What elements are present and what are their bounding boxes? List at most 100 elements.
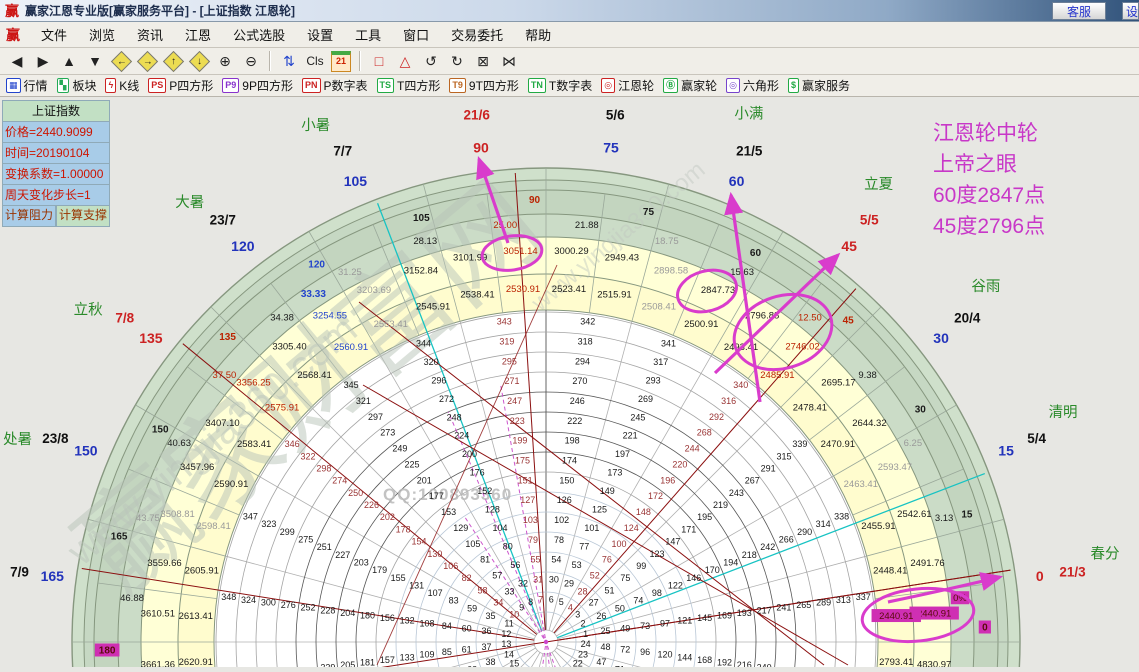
svg-text:133: 133	[400, 652, 415, 662]
svg-text:9.38: 9.38	[858, 370, 877, 381]
svg-text:108: 108	[420, 618, 435, 628]
tool-label: 行情	[23, 79, 48, 93]
pan-down-icon[interactable]: ↓	[187, 50, 211, 72]
svg-text:3203.69: 3203.69	[357, 285, 391, 296]
svg-text:28.13: 28.13	[413, 236, 437, 247]
calc-resistance-button[interactable]: 计算阻力	[2, 206, 56, 227]
svg-text:295: 295	[502, 356, 517, 366]
svg-text:75: 75	[643, 207, 655, 218]
date-label-21/6: 21/6	[464, 108, 491, 123]
rect-tool-icon[interactable]: □	[367, 51, 391, 72]
menu-item-交易委托[interactable]: 交易委托	[440, 23, 514, 46]
pan-right-icon[interactable]: →	[135, 50, 159, 72]
partial-button-right[interactable]: 设	[1122, 2, 1139, 20]
svg-text:296: 296	[431, 375, 446, 385]
svg-text:314: 314	[816, 519, 831, 529]
svg-text:148: 148	[636, 507, 651, 517]
menu-item-文件[interactable]: 文件	[30, 23, 78, 46]
svg-text:178: 178	[396, 524, 411, 534]
svg-text:55: 55	[531, 555, 541, 565]
tool-赢家服务[interactable]: $ 赢家服务	[788, 77, 850, 94]
note-line-3: 60度2847点	[933, 184, 1046, 207]
svg-text:36: 36	[482, 626, 492, 636]
svg-text:154: 154	[412, 537, 427, 547]
svg-text:2560.91: 2560.91	[334, 342, 368, 353]
tool-P四方形[interactable]: PS P四方形	[148, 77, 213, 94]
tool-9T四方形[interactable]: T9 9T四方形	[449, 77, 519, 94]
svg-text:6: 6	[549, 594, 554, 604]
menu-item-公式选股[interactable]: 公式选股	[222, 23, 296, 46]
svg-text:150: 150	[559, 475, 574, 485]
cls-icon[interactable]: Cls	[303, 51, 327, 72]
box-x-icon[interactable]: ⊠	[471, 51, 495, 72]
tool-P数字表[interactable]: PN P数字表	[301, 77, 368, 94]
menu-item-帮助[interactable]: 帮助	[514, 23, 562, 46]
svg-text:2455.91: 2455.91	[861, 521, 895, 532]
svg-text:221: 221	[623, 431, 638, 441]
note-line-1: 江恩轮中轮	[933, 122, 1038, 145]
pan-left-icon[interactable]: ←	[109, 50, 133, 72]
svg-text:339: 339	[792, 439, 807, 449]
svg-text:61: 61	[462, 644, 472, 654]
svg-text:3610.51: 3610.51	[141, 609, 175, 620]
rotate-ccw-icon[interactable]: ↺	[419, 51, 443, 72]
svg-text:2448.41: 2448.41	[873, 566, 907, 577]
zoom-in-icon[interactable]: ⊕	[213, 51, 237, 72]
svg-text:276: 276	[281, 600, 296, 610]
menu-item-江恩[interactable]: 江恩	[174, 23, 222, 46]
svg-text:246: 246	[570, 396, 585, 406]
svg-text:100: 100	[612, 539, 627, 549]
svg-text:90: 90	[529, 195, 541, 206]
calc-support-button[interactable]: 计算支撑	[56, 206, 110, 227]
tool-六角形[interactable]: ◎ 六角形	[726, 77, 779, 94]
expand-icon[interactable]: ⋈	[497, 51, 521, 72]
tri-down-icon[interactable]: ▼	[83, 51, 107, 72]
svg-text:80: 80	[503, 542, 513, 552]
tool-行情[interactable]: ▦ 行情	[6, 77, 48, 94]
tool-赢家轮[interactable]: Ⓑ 赢家轮	[663, 77, 717, 94]
svg-text:103: 103	[523, 515, 538, 525]
tool-T数字表[interactable]: TN T数字表	[527, 77, 593, 94]
t-updown-icon[interactable]: ⇅	[277, 51, 301, 72]
svg-text:4830.97: 4830.97	[917, 659, 951, 667]
tool-板块[interactable]: ▚ 板块	[56, 77, 96, 94]
tri-up-icon[interactable]: ▲	[57, 51, 81, 72]
tool-label: T数字表	[548, 79, 593, 93]
app-logo-icon: 赢	[5, 2, 19, 19]
svg-text:3051.14: 3051.14	[503, 246, 537, 257]
tool-T四方形[interactable]: TS T四方形	[376, 77, 440, 94]
date-label-7/9: 7/9	[10, 565, 29, 580]
outer-degree-120: 120	[231, 238, 255, 254]
svg-text:294: 294	[575, 356, 590, 366]
menu-item-工具[interactable]: 工具	[344, 23, 392, 46]
svg-text:2644.32: 2644.32	[852, 418, 886, 429]
rotate-cw-icon[interactable]: ↻	[445, 51, 469, 72]
tool-9P四方形[interactable]: P9 9P四方形	[222, 77, 293, 94]
zoom-out-icon[interactable]: ⊖	[239, 51, 263, 72]
calendar-icon[interactable]: 21	[329, 50, 353, 72]
svg-text:34: 34	[493, 597, 503, 607]
svg-text:4: 4	[568, 602, 573, 612]
note-line-2: 上帝之眼	[933, 153, 1017, 176]
svg-text:173: 173	[607, 468, 622, 478]
svg-text:52: 52	[590, 571, 600, 581]
svg-text:265: 265	[796, 600, 811, 610]
menu-item-设置[interactable]: 设置	[296, 23, 344, 46]
tool-K线[interactable]: ϟ K线	[105, 77, 139, 94]
svg-text:58: 58	[478, 585, 488, 595]
menu-item-浏览[interactable]: 浏览	[78, 23, 126, 46]
nav-prev-icon[interactable]: ◀	[5, 51, 29, 72]
menu-item-窗口[interactable]: 窗口	[392, 23, 440, 46]
svg-text:2508.41: 2508.41	[642, 302, 676, 313]
instrument-name: 上证指数	[2, 100, 110, 122]
svg-text:226: 226	[364, 500, 379, 510]
svg-text:269: 269	[638, 394, 653, 404]
pan-up-icon[interactable]: ↑	[161, 50, 185, 72]
nav-next-icon[interactable]: ▶	[31, 51, 55, 72]
customer-service-button[interactable]: 客服	[1052, 2, 1106, 20]
tool-badge-icon: T9	[449, 78, 466, 93]
menu-item-资讯[interactable]: 资讯	[126, 23, 174, 46]
tool-江恩轮[interactable]: ◎ 江恩轮	[601, 77, 654, 94]
svg-text:47: 47	[596, 657, 606, 667]
triangle-tool-icon[interactable]: △	[393, 51, 417, 72]
